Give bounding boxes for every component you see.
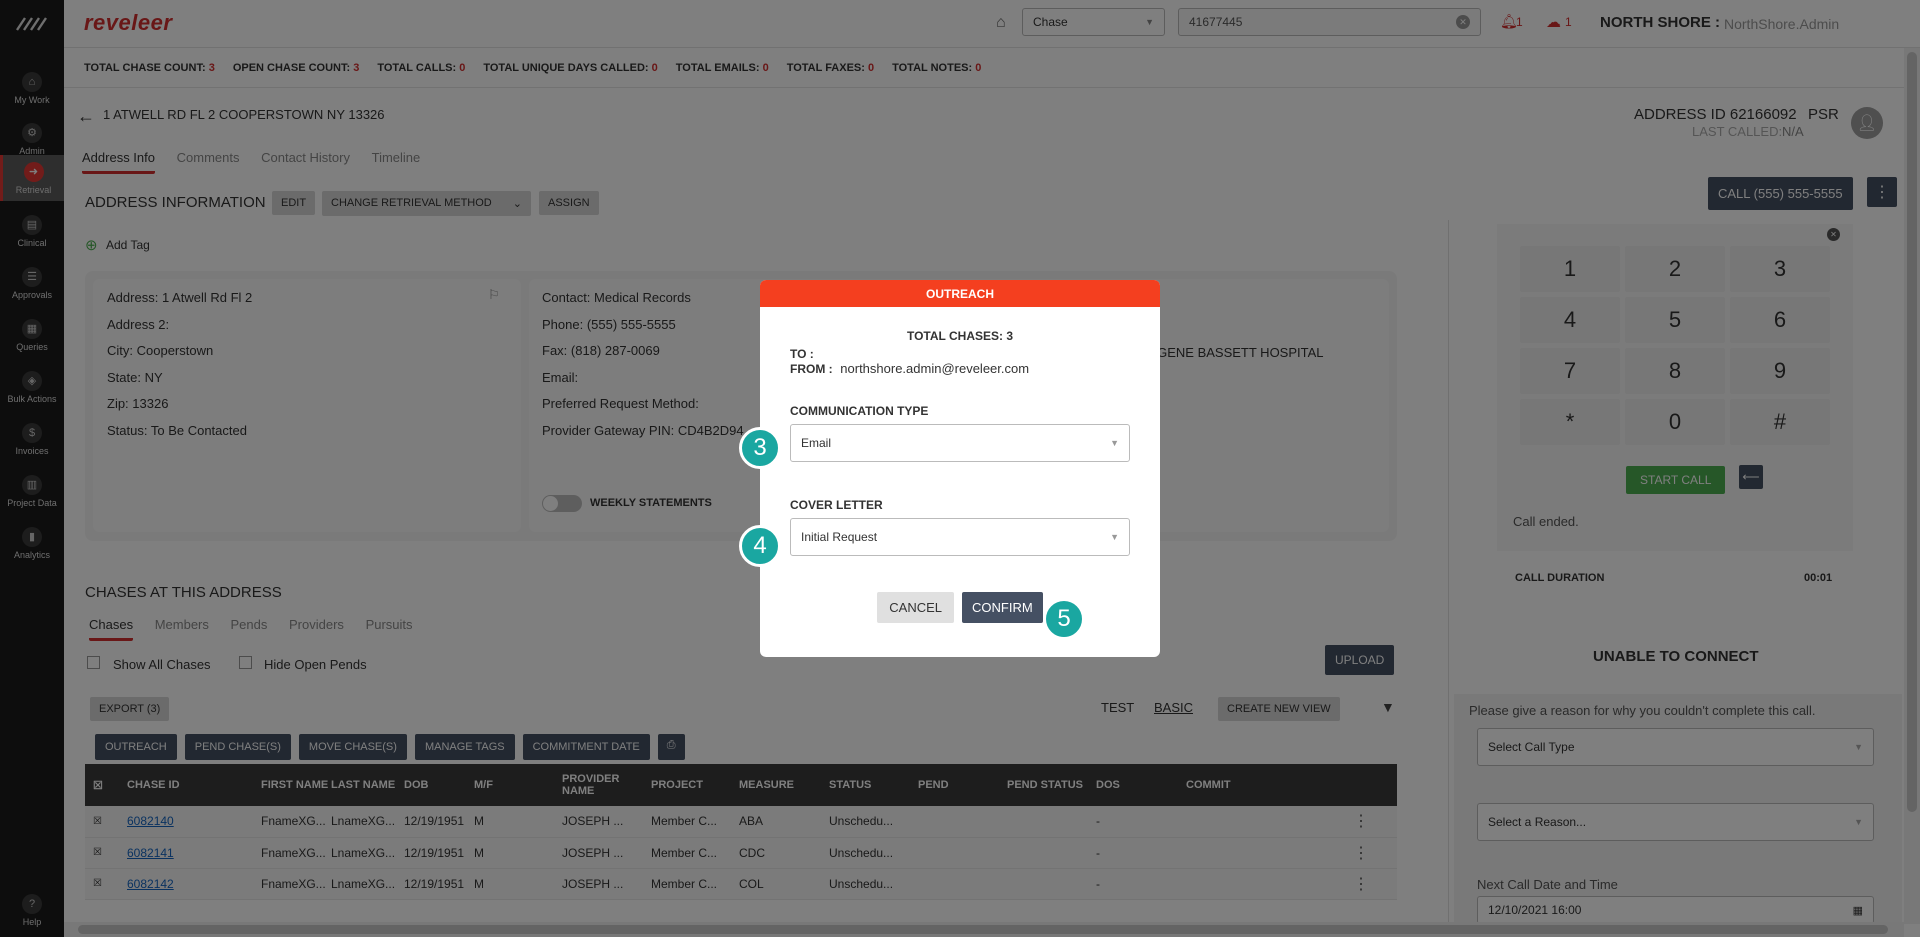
communication-type-value: Email (801, 436, 832, 450)
modal-title: OUTREACH (760, 280, 1160, 307)
cover-letter-label: COVER LETTER (790, 498, 883, 512)
communication-type-select[interactable]: Email ▼ (790, 424, 1130, 462)
confirm-button[interactable]: CONFIRM (962, 592, 1043, 623)
cover-letter-select[interactable]: Initial Request ▼ (790, 518, 1130, 556)
from-label: FROM : (790, 362, 833, 376)
step-marker-4: 4 (739, 525, 781, 567)
step-marker-3: 3 (739, 427, 781, 469)
to-label: TO : (790, 347, 814, 361)
modal-actions: CANCEL CONFIRM (760, 592, 1160, 623)
total-chases: TOTAL CHASES: 3 (906, 329, 1013, 343)
cancel-button[interactable]: CANCEL (877, 592, 955, 623)
communication-type-label: COMMUNICATION TYPE (790, 404, 929, 418)
chevron-down-icon: ▼ (1110, 532, 1119, 542)
from-email: northshore.admin@reveleer.com (840, 361, 1030, 376)
outreach-modal: OUTREACH TOTAL CHASES: 3 TO : FROM : nor… (760, 280, 1160, 657)
chevron-down-icon: ▼ (1110, 438, 1119, 448)
from-row: FROM : northshore.admin@reveleer.com (790, 361, 1160, 376)
cover-letter-value: Initial Request (801, 530, 878, 544)
step-marker-5: 5 (1043, 598, 1085, 640)
